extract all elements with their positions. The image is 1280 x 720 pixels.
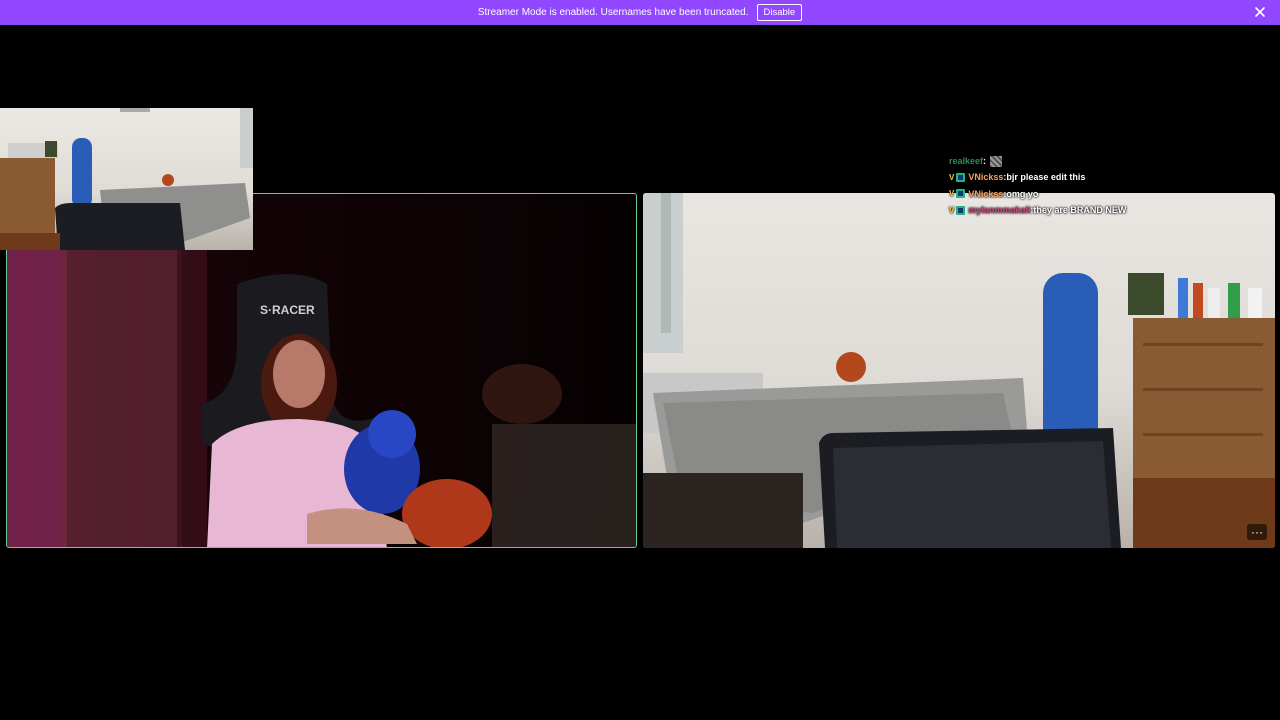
more-options-button[interactable]: ··· (1247, 524, 1267, 540)
chat-text: they are BRAND NEW (1033, 205, 1127, 216)
disable-streamer-mode-button[interactable]: Disable (756, 4, 803, 21)
chat-username[interactable]: VNickss (968, 189, 1003, 199)
chat-message: realkeef : (949, 153, 1209, 169)
streamer-mode-banner: Streamer Mode is enabled. Usernames have… (0, 0, 1280, 25)
banner-message: Streamer Mode is enabled. Usernames have… (477, 7, 749, 18)
chat-text: omg yo (1006, 188, 1039, 199)
emote-icon (990, 155, 1003, 167)
pip-preview[interactable] (0, 108, 253, 250)
video-tile-right[interactable]: ··· (643, 193, 1275, 548)
bedroom-scene (643, 193, 1275, 548)
subscriber-badge-icon (956, 189, 966, 199)
vip-badge-icon: V (949, 172, 955, 182)
subscriber-badge-icon (956, 172, 966, 182)
chat-separator: : (983, 156, 987, 167)
vip-badge-icon: V (949, 205, 955, 215)
close-icon[interactable] (1253, 5, 1267, 19)
svg-text:S·RACER: S·RACER (260, 303, 315, 317)
chat-username[interactable]: realkeef (949, 156, 983, 166)
chat-text: bjr please edit this (1006, 172, 1086, 183)
subscriber-badge-icon (956, 205, 966, 215)
chat-username[interactable]: mylanmmakali (968, 205, 1030, 215)
pip-bedroom-scene (0, 108, 253, 250)
chat-message: V VNickss : bjr please edit this (949, 169, 1209, 185)
chat-message: V VNickss : omg yo (949, 186, 1209, 202)
vip-badge-icon: V (949, 189, 955, 199)
chat-overlay: realkeef : V VNickss : bjr please edit t… (949, 153, 1209, 218)
chat-username[interactable]: VNickss (968, 172, 1003, 182)
chat-message: V mylanmmakali : they are BRAND NEW (949, 202, 1209, 218)
